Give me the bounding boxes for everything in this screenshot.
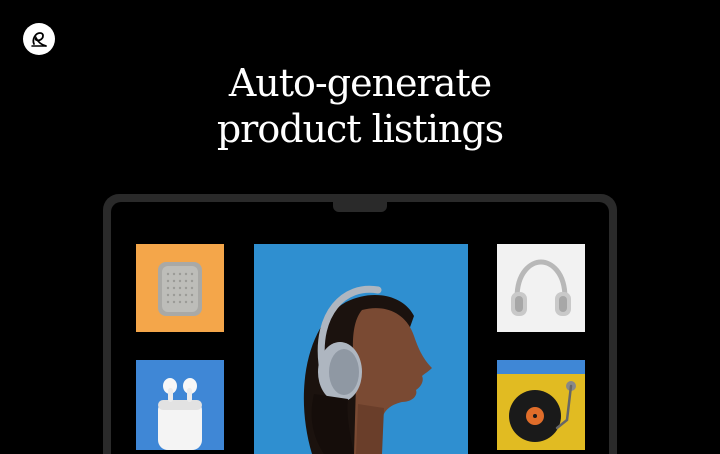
signature-logo-icon: [31, 32, 47, 47]
laptop-mockup: [103, 194, 617, 454]
turntable-tile: [497, 360, 585, 450]
camera-notch: [333, 202, 387, 212]
turntable-icon: [497, 360, 585, 450]
woman-wearing-headphones-photo: [254, 244, 468, 454]
headphones-icon: [511, 259, 571, 316]
earbuds-icon: [158, 378, 202, 450]
headphones-tile: [497, 244, 585, 332]
page-title: Auto-generate product listings: [0, 60, 720, 152]
earbuds-tile: [136, 360, 224, 450]
speaker-icon: [158, 262, 202, 316]
headline-line-2: product listings: [216, 107, 504, 151]
hero-image: [254, 244, 468, 454]
logo[interactable]: [23, 23, 55, 55]
laptop-screen: [111, 202, 609, 454]
speaker-tile: [136, 244, 224, 332]
headline-line-1: Auto-generate: [228, 61, 492, 105]
